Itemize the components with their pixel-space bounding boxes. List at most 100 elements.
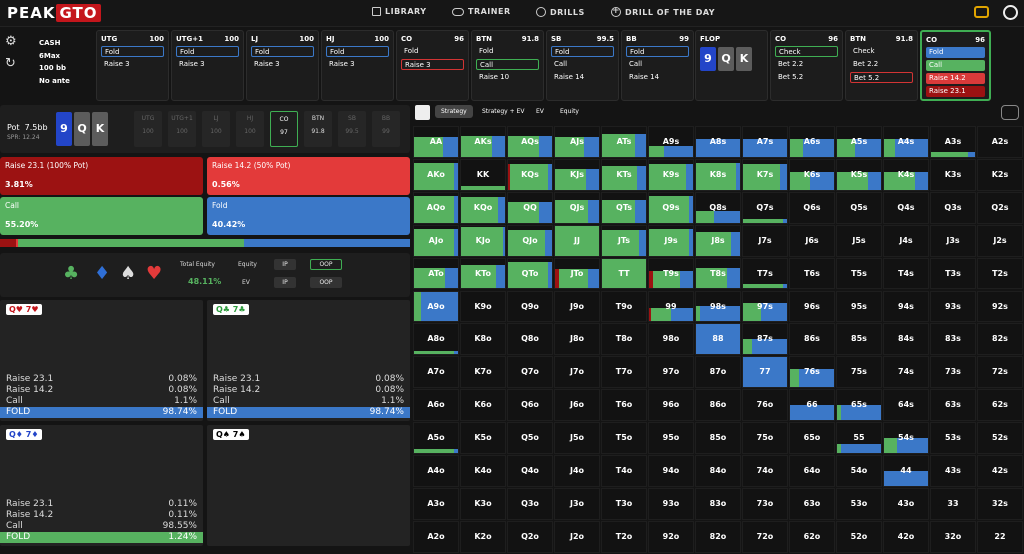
- range-cell-A8s[interactable]: A8s: [695, 126, 741, 158]
- seat-option[interactable]: Bet 2.2: [850, 59, 913, 70]
- range-cell-A9o[interactable]: A9o: [413, 290, 459, 323]
- range-cell-54o[interactable]: 54o: [836, 455, 882, 487]
- range-cell-QTo[interactable]: QTo: [507, 257, 553, 290]
- postflop-seat-co-2[interactable]: CO 96 Fold Call Raise 14.2 Raise 23.1: [920, 30, 991, 101]
- range-cell-J7s[interactable]: J7s: [742, 224, 788, 257]
- brand-logo[interactable]: PEAK GTO: [7, 4, 101, 22]
- range-cell-84s[interactable]: 84s: [883, 323, 929, 356]
- range-cell-J4o[interactable]: J4o: [554, 455, 600, 487]
- range-cell-82s[interactable]: 82s: [977, 323, 1023, 356]
- range-cell-87s[interactable]: 87s: [742, 323, 788, 356]
- range-cell-73s[interactable]: 73s: [930, 356, 976, 389]
- range-cell-43s[interactable]: 43s: [930, 455, 976, 487]
- chat-icon[interactable]: [974, 6, 989, 18]
- gamepad-icon[interactable]: [1001, 105, 1019, 120]
- range-cell-K8s[interactable]: K8s: [695, 158, 741, 191]
- mini-seat-btn[interactable]: BTN 91.8: [304, 111, 332, 147]
- range-cell-Q3s[interactable]: Q3s: [930, 191, 976, 224]
- range-cell-AQs[interactable]: AQs: [507, 126, 553, 158]
- range-cell-KJo[interactable]: KJo: [460, 224, 506, 257]
- range-cell-KJs[interactable]: KJs: [554, 158, 600, 191]
- range-cell-KTo[interactable]: KTo: [460, 257, 506, 290]
- range-cell-KQs[interactable]: KQs: [507, 158, 553, 191]
- mini-seat-hj[interactable]: HJ 100: [236, 111, 264, 147]
- seat-bb[interactable]: BB 99 Fold Call Raise 14: [621, 30, 694, 101]
- range-cell-AA[interactable]: AA: [413, 126, 459, 158]
- range-cell-63o[interactable]: 63o: [789, 487, 835, 520]
- seat-option[interactable]: Check: [850, 46, 913, 57]
- range-cell-Q8s[interactable]: Q8s: [695, 191, 741, 224]
- range-cell-82o[interactable]: 82o: [695, 520, 741, 553]
- range-cell-Q7s[interactable]: Q7s: [742, 191, 788, 224]
- range-cell-J6s[interactable]: J6s: [789, 224, 835, 257]
- hand-tile[interactable]: Q♥ 7♥ Raise 23.1 0.08% Raise 14.2 0.08% Call 1…: [0, 300, 203, 421]
- seat-option[interactable]: Bet 2.2: [775, 59, 838, 70]
- tab-equity[interactable]: Equity: [554, 105, 585, 118]
- range-cell-TT[interactable]: TT: [601, 257, 647, 290]
- range-cell-J5s[interactable]: J5s: [836, 224, 882, 257]
- seat-option[interactable]: Raise 14.2: [926, 73, 985, 84]
- range-cell-73o[interactable]: 73o: [742, 487, 788, 520]
- range-cell-62o[interactable]: 62o: [789, 520, 835, 553]
- range-cell-AJo[interactable]: AJo: [413, 224, 459, 257]
- range-cell-Q4s[interactable]: Q4s: [883, 191, 929, 224]
- gear-icon[interactable]: ⚙: [5, 34, 17, 49]
- range-cell-A3o[interactable]: A3o: [413, 487, 459, 520]
- tab-strategy-ev[interactable]: Strategy + EV: [476, 105, 530, 118]
- range-cell-K6s[interactable]: K6s: [789, 158, 835, 191]
- range-cell-QJo[interactable]: QJo: [507, 224, 553, 257]
- action-fold[interactable]: Fold 40.42%: [207, 197, 410, 235]
- seat-option[interactable]: Call: [626, 59, 689, 70]
- range-cell-66[interactable]: 66: [789, 389, 835, 422]
- range-cell-98s[interactable]: 98s: [695, 290, 741, 323]
- range-cell-J5o[interactable]: J5o: [554, 422, 600, 454]
- seat-option[interactable]: Raise 3: [176, 59, 239, 70]
- range-cell-A7o[interactable]: A7o: [413, 356, 459, 389]
- range-cell-92o[interactable]: 92o: [648, 520, 694, 553]
- club-suit-icon[interactable]: ♣: [63, 263, 79, 284]
- range-cell-JJ[interactable]: JJ: [554, 224, 600, 257]
- diamond-suit-icon[interactable]: ♦: [94, 263, 110, 284]
- range-cell-65s[interactable]: 65s: [836, 389, 882, 422]
- seat-option[interactable]: Fold: [251, 46, 314, 57]
- seat-option[interactable]: Raise 3: [251, 59, 314, 70]
- range-cell-Q7o[interactable]: Q7o: [507, 356, 553, 389]
- range-cell-Q5s[interactable]: Q5s: [836, 191, 882, 224]
- range-cell-74o[interactable]: 74o: [742, 455, 788, 487]
- range-cell-KTs[interactable]: KTs: [601, 158, 647, 191]
- seat-option[interactable]: Raise 3: [326, 59, 389, 70]
- range-cell-22[interactable]: 22: [977, 520, 1023, 553]
- range-cell-75s[interactable]: 75s: [836, 356, 882, 389]
- range-cell-94o[interactable]: 94o: [648, 455, 694, 487]
- range-cell-K8o[interactable]: K8o: [460, 323, 506, 356]
- range-cell-Q8o[interactable]: Q8o: [507, 323, 553, 356]
- range-cell-J2o[interactable]: J2o: [554, 520, 600, 553]
- range-cell-A5o[interactable]: A5o: [413, 422, 459, 454]
- tab-ev[interactable]: EV: [530, 105, 550, 118]
- range-cell-86o[interactable]: 86o: [695, 389, 741, 422]
- seat-option[interactable]: Raise 23.1: [926, 86, 985, 97]
- range-cell-77[interactable]: 77: [742, 356, 788, 389]
- mini-seat-sb[interactable]: SB 99.5: [338, 111, 366, 147]
- range-cell-42s[interactable]: 42s: [977, 455, 1023, 487]
- range-cell-92s[interactable]: 92s: [977, 290, 1023, 323]
- range-cell-63s[interactable]: 63s: [930, 389, 976, 422]
- range-cell-T7s[interactable]: T7s: [742, 257, 788, 290]
- range-cell-K9s[interactable]: K9s: [648, 158, 694, 191]
- hand-tile[interactable]: Q♣ 7♣ Raise 23.1 0.08% Raise 14.2 0.08% Call 1…: [207, 300, 410, 421]
- range-cell-54s[interactable]: 54s: [883, 422, 929, 454]
- range-cell-A6s[interactable]: A6s: [789, 126, 835, 158]
- range-cell-QTs[interactable]: QTs: [601, 191, 647, 224]
- range-cell-J7o[interactable]: J7o: [554, 356, 600, 389]
- range-cell-83s[interactable]: 83s: [930, 323, 976, 356]
- seat-option[interactable]: Call: [926, 60, 985, 71]
- range-cell-Q6o[interactable]: Q6o: [507, 389, 553, 422]
- range-cell-K3s[interactable]: K3s: [930, 158, 976, 191]
- mini-seat-utg-plus-1[interactable]: UTG+1 100: [168, 111, 196, 147]
- range-cell-K4s[interactable]: K4s: [883, 158, 929, 191]
- range-cell-A8o[interactable]: A8o: [413, 323, 459, 356]
- range-cell-T2o[interactable]: T2o: [601, 520, 647, 553]
- range-cell-J3o[interactable]: J3o: [554, 487, 600, 520]
- range-cell-J6o[interactable]: J6o: [554, 389, 600, 422]
- range-cell-T9o[interactable]: T9o: [601, 290, 647, 323]
